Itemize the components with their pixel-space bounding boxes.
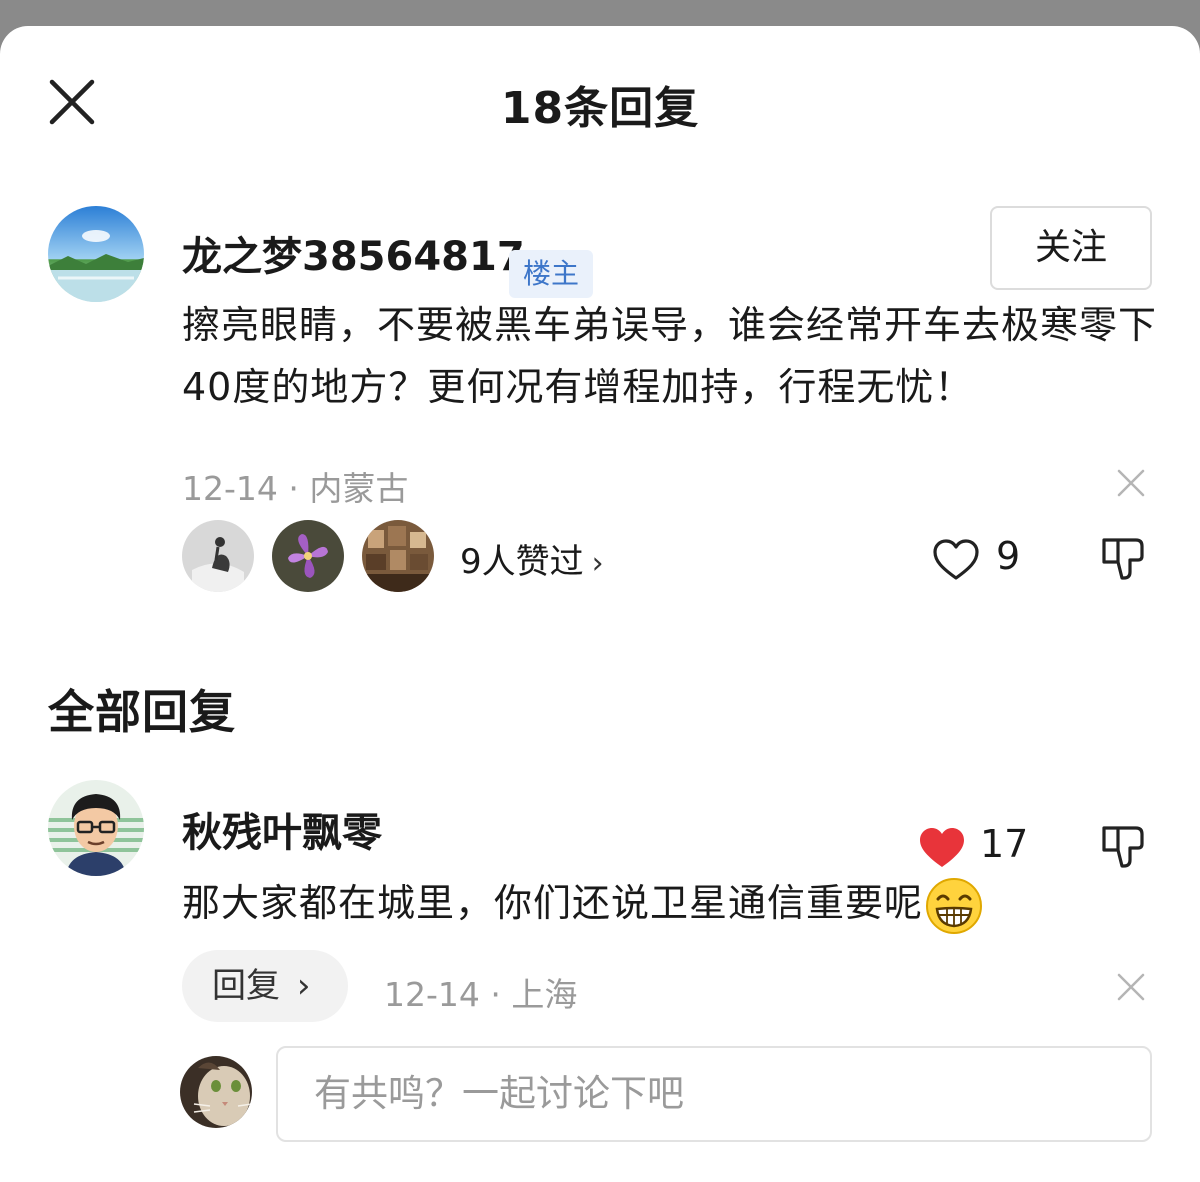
reply-button[interactable]: 回复 › <box>182 950 348 1022</box>
heart-filled-icon[interactable] <box>918 826 966 870</box>
reply-sheet: 18条回复 龙之梦38564817 楼主 关注 擦亮眼睛，不要被黑车弟误导，谁会… <box>0 26 1200 1182</box>
comment-input[interactable]: 有共鸣？一起讨论下吧 <box>276 1046 1152 1142</box>
like-count: 9 <box>996 534 1021 578</box>
likers-count-text: 9人赞过 <box>460 542 584 582</box>
likers-summary[interactable]: 9人赞过 › <box>460 534 604 583</box>
host-badge: 楼主 <box>509 250 594 298</box>
sheet-title: 18条回复 <box>500 83 700 134</box>
comment-text: 擦亮眼睛，不要被黑车弟误导，谁会经常开车去极寒零下40度的地方？更何况有增程加持… <box>182 303 1158 409</box>
dismiss-icon[interactable] <box>1116 972 1146 1002</box>
heart-outline-icon[interactable] <box>932 538 980 582</box>
replier-avatar[interactable] <box>48 780 144 876</box>
reply-meta: 12-14 · 上海 <box>384 975 578 1014</box>
author-avatar[interactable] <box>48 206 144 302</box>
replier-username[interactable]: 秋残叶飘零 <box>182 800 382 858</box>
reply-text-content: 那大家都在城里，你们还说卫星通信重要呢 <box>182 881 924 925</box>
chevron-right-icon: › <box>296 966 311 1006</box>
author-username[interactable]: 龙之梦38564817 <box>182 224 525 282</box>
like-count: 17 <box>980 822 1029 866</box>
thumbs-down-icon[interactable] <box>1100 822 1148 870</box>
liker-avatar[interactable] <box>272 520 344 592</box>
dismiss-icon[interactable] <box>1116 468 1146 498</box>
liker-avatar[interactable] <box>362 520 434 592</box>
reply-button-label: 回复 <box>212 966 280 1006</box>
liker-avatar[interactable] <box>182 520 254 592</box>
chevron-right-icon: › <box>591 546 604 581</box>
comment-meta: 12-14 · 内蒙古 <box>182 469 409 508</box>
reply-text: 那大家都在城里，你们还说卫星通信重要呢 <box>182 872 983 935</box>
thumbs-down-icon[interactable] <box>1100 534 1148 582</box>
current-user-avatar <box>180 1056 252 1128</box>
grin-emoji-icon <box>926 877 983 934</box>
follow-button[interactable]: 关注 <box>990 206 1152 290</box>
all-replies-heading: 全部回复 <box>48 685 236 739</box>
